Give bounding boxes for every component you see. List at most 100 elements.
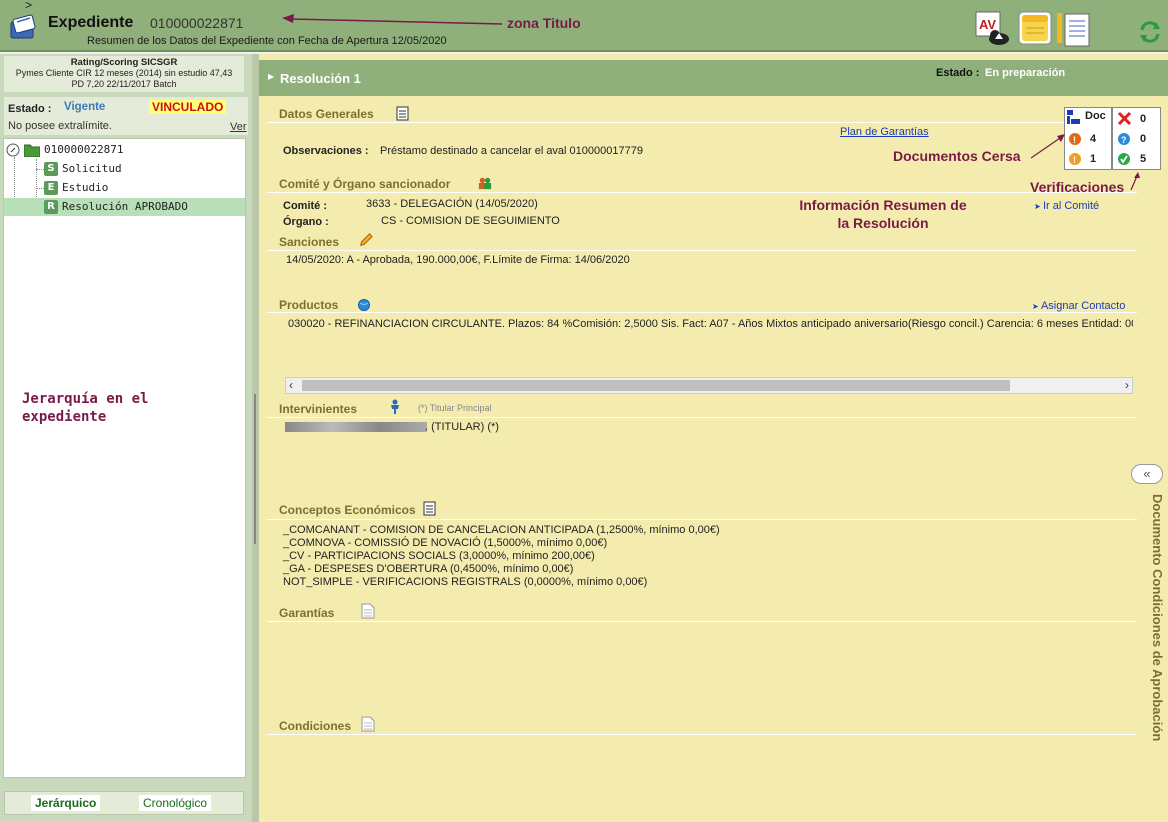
estudio-badge-icon: E	[44, 181, 58, 195]
expand-caret[interactable]: >	[25, 0, 32, 12]
ver-link[interactable]: Ver	[230, 121, 247, 133]
check-icon[interactable]	[1117, 152, 1131, 166]
resolution-title: Resolución 1	[280, 71, 361, 86]
document-gray-icon[interactable]	[361, 603, 375, 619]
refresh-button[interactable]	[1138, 20, 1162, 44]
vinculado-badge: VINCULADO	[149, 100, 227, 114]
resolution-estado-value: En preparación	[985, 67, 1066, 79]
producto-line: 030020 - REFINANCIACION CIRCULANTE. Plaz…	[288, 318, 1133, 330]
section-intervinientes: Intervinientes	[279, 402, 358, 416]
annotation-arrow-icon	[282, 14, 503, 25]
concepto-item: _COMNOVA - COMISSIÓ DE NOVACIÓ (1,5000%,…	[283, 537, 608, 549]
resolution-panel: ▶ Resolución 1 Estado : En preparación D…	[259, 54, 1168, 822]
verif-count-question: 0	[1140, 133, 1147, 145]
comite-label: Comité :	[283, 200, 327, 212]
scroll-right-icon[interactable]: ›	[1125, 378, 1129, 392]
tab-cronologico[interactable]: Cronológico	[139, 795, 212, 811]
rating-line-1: Pymes Cliente CIR 12 meses (2014) sin es…	[15, 68, 233, 78]
concepto-item: _CV - PARTICIPACIONS SOCIALS (3,0000%, m…	[283, 550, 595, 562]
organo-label: Órgano :	[283, 216, 329, 228]
panel-splitter[interactable]	[252, 54, 259, 822]
document-list-button[interactable]	[1056, 11, 1092, 47]
asignar-contacto-link[interactable]: ➤ Asignar Contacto	[1032, 300, 1125, 312]
books-icon	[10, 14, 36, 39]
verif-count-error: 0	[1140, 113, 1147, 125]
person-icon[interactable]	[388, 399, 402, 415]
svg-text:!: !	[1073, 135, 1076, 145]
section-sanciones: Sanciones	[279, 235, 340, 249]
documentos-cersa-box: Doc ! 4 ! 1	[1064, 107, 1112, 170]
tree-item-solicitud[interactable]: S Solicitud	[44, 160, 244, 178]
annotation-jerarquia: Jerarquía en el expediente	[22, 391, 149, 425]
notes-button[interactable]	[1018, 11, 1054, 47]
question-icon[interactable]: ?	[1117, 132, 1131, 146]
plan-garantias-link[interactable]: Plan de Garantías	[840, 126, 929, 138]
condiciones-aprobacion-side-tab[interactable]: Documento Condiciones de Aprobación	[1147, 494, 1167, 814]
document-icon	[1057, 13, 1090, 47]
av-cloud-button[interactable]: AV	[975, 11, 1011, 47]
rating-box: Rating/Scoring SICSGR Pymes Cliente CIR …	[4, 56, 244, 92]
tab-jerarquico[interactable]: Jerárquico	[31, 795, 101, 811]
pencil-icon[interactable]	[359, 232, 373, 248]
hierarchy-icon	[1067, 110, 1080, 124]
conceptos-list: _COMCANANT - COMISION DE CANCELACION ANT…	[283, 524, 720, 589]
tree-root[interactable]: 010000022871	[6, 141, 246, 159]
left-panel: Rating/Scoring SICSGR Pymes Cliente CIR …	[0, 54, 252, 822]
observaciones-value: Préstamo destinado a cancelar el aval 01…	[380, 145, 643, 157]
section-productos: Productos	[279, 298, 339, 312]
resolution-header: ▶ Resolución 1 Estado : En preparación	[259, 60, 1168, 96]
document-gray-icon[interactable]	[361, 716, 375, 732]
estado-value: Vigente	[64, 101, 106, 113]
verificaciones-box: 0 ? 0 5	[1112, 107, 1161, 170]
sanciones-value: 14/05/2020: A - Aprobada, 190.000,00€, F…	[286, 254, 630, 266]
page-subtitle: Resumen de los Datos del Expediente con …	[87, 35, 447, 47]
doc-count-review: 1	[1090, 153, 1097, 165]
doc-count-pending: 4	[1090, 133, 1097, 145]
section-conceptos: Conceptos Económicos	[279, 503, 416, 517]
view-tabs: Jerárquico Cronológico	[4, 791, 244, 815]
scroll-thumb[interactable]	[302, 380, 1010, 391]
resolucion-badge-icon: R	[44, 200, 58, 214]
folder-icon	[24, 144, 40, 157]
committee-people-icon[interactable]	[478, 175, 492, 191]
title-bar: > Expediente 010000022871 Resumen de los…	[0, 0, 1168, 52]
rating-title: Rating/Scoring SICSGR	[70, 57, 178, 68]
expediente-number: 010000022871	[150, 15, 244, 31]
rating-line-2: PD 7,20 22/11/2017 Batch	[71, 79, 177, 89]
warning-orange-icon[interactable]: !	[1068, 132, 1082, 146]
observaciones-label: Observaciones :	[283, 145, 369, 157]
vertical-title: Documento Condiciones de Aprobación	[1150, 494, 1165, 742]
av-cloud-icon: AV	[975, 11, 1009, 45]
section-datos-generales: Datos Generales	[279, 107, 374, 121]
interviniente-value: . (TITULAR) (*)	[425, 421, 499, 433]
comite-value: 3633 - DELEGACIÓN (14/05/2020)	[366, 198, 538, 210]
scroll-left-icon[interactable]: ‹	[289, 378, 293, 392]
expand-condiciones-button[interactable]: «	[1131, 464, 1163, 484]
notepad-small-icon[interactable]	[396, 105, 410, 121]
link-arrow-icon: ➤	[1034, 202, 1043, 211]
titular-principal-note: (*) Titular Principal	[418, 403, 492, 413]
svg-text:AV: AV	[979, 17, 996, 32]
section-condiciones: Condiciones	[279, 719, 352, 733]
notepad-icon	[1018, 11, 1052, 45]
error-x-icon[interactable]	[1117, 111, 1132, 126]
concepto-item: _GA - DESPESES D'OBERTURA (0,4500%, míni…	[283, 563, 574, 575]
globe-icon[interactable]	[357, 297, 371, 313]
annotation-informacion-resumen: Información Resumen de la Resolución	[799, 197, 967, 231]
page-title: Expediente	[48, 14, 134, 31]
tree-item-estudio[interactable]: E Estudio	[44, 179, 244, 197]
collapse-circle-icon[interactable]	[6, 143, 20, 157]
annotation-zona-titulo: zona Titulo	[507, 15, 581, 31]
tree-root-label: 010000022871	[44, 143, 124, 156]
warning-yellow-icon[interactable]: !	[1068, 152, 1082, 166]
productos-horizontal-scrollbar[interactable]: ‹ ›	[285, 377, 1133, 394]
notepad-small-icon[interactable]	[423, 500, 437, 516]
tree-item-label: Estudio	[62, 181, 109, 194]
tree-item-resolucion[interactable]: R Resolución APROBADO	[4, 198, 245, 216]
estado-box: Estado : Vigente VINCULADO No posee extr…	[4, 97, 248, 135]
ir-comite-link[interactable]: ➤ Ir al Comité	[1034, 200, 1099, 212]
solicitud-badge-icon: S	[44, 162, 58, 176]
organo-value: CS - COMISION DE SEGUIMIENTO	[381, 215, 560, 227]
concepto-item: NOT_SIMPLE - VERIFICACIONS REGISTRALS (0…	[283, 576, 648, 588]
annotation-arrow-icon	[1130, 172, 1140, 191]
